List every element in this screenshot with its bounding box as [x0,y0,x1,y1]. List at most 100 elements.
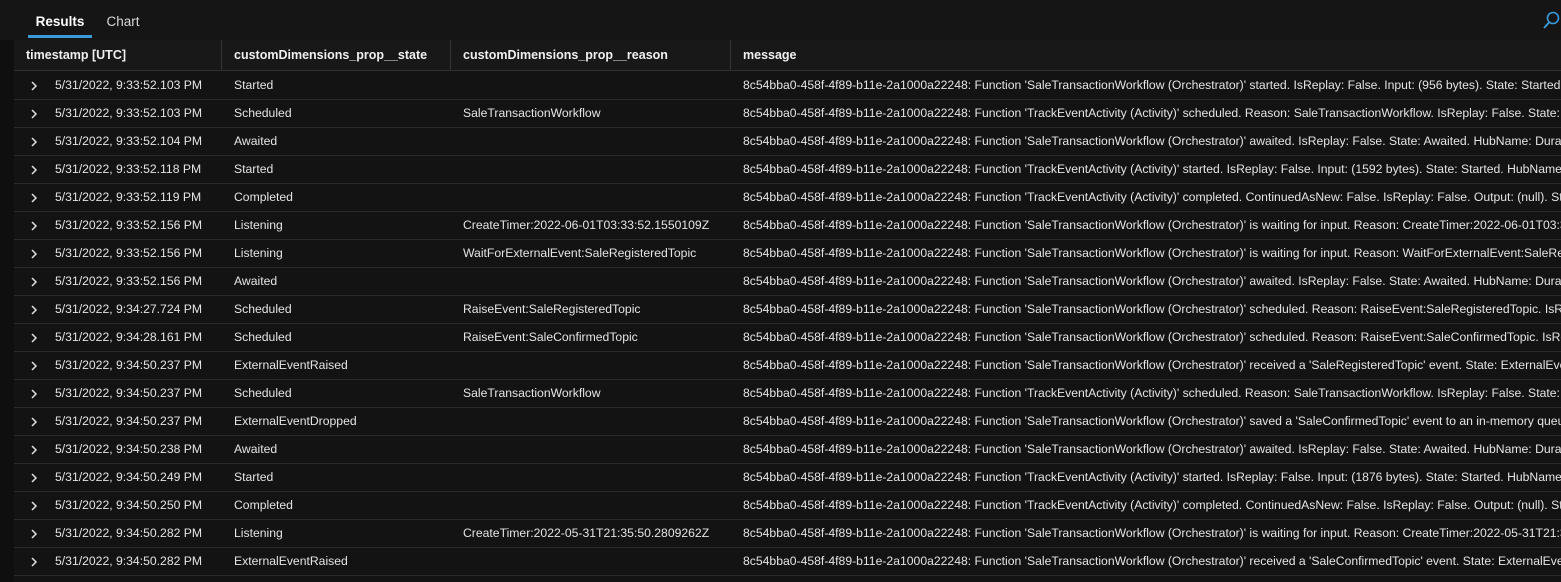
table-row[interactable]: 5/31/2022, 9:33:52.118 PM Started 8c54bba0… [14,156,1561,184]
column-header-message[interactable]: message [731,40,1561,70]
search-icon [1543,11,1560,29]
cell-timestamp: 5/31/2022, 9:34:27.724 PM [55,302,203,316]
cell-reason: SaleTransactionWorkflow [463,106,601,120]
chevron-right-icon[interactable] [28,80,40,92]
cell-message: 8c54bba0-458f-4f89-b11e-2a1000a22248: Fu… [743,190,1561,204]
table-row[interactable]: 5/31/2022, 9:34:27.724 PM Scheduled RaiseE… [14,296,1561,324]
table-row[interactable]: 5/31/2022, 9:34:50.249 PM Started 8c54bba0… [14,464,1561,492]
cell-timestamp: 5/31/2022, 9:34:28.161 PM [55,330,203,344]
chevron-right-icon[interactable] [28,136,40,148]
chevron-right-icon[interactable] [28,472,40,484]
chevron-right-icon[interactable] [28,332,40,344]
cell-message: 8c54bba0-458f-4f89-b11e-2a1000a22248: Fu… [743,218,1561,232]
column-header-state[interactable]: customDimensions_prop__state [222,40,451,70]
cell-reason [463,492,733,519]
chevron-right-icon[interactable] [28,304,40,316]
cell-state: Scheduled [234,330,292,344]
column-header-reason[interactable]: customDimensions_prop__reason [451,40,731,70]
table-row[interactable]: 5/31/2022, 9:34:50.250 PM Completed 8c54bb… [14,492,1561,520]
table-row[interactable]: 5/31/2022, 9:33:52.104 PM Awaited 8c54bba0… [14,128,1561,156]
table-row[interactable]: 5/31/2022, 9:34:50.282 PM Listening Create… [14,520,1561,548]
table-row[interactable]: 5/31/2022, 9:33:52.103 PM Started 8c54bba0… [14,72,1561,100]
cell-state: Started [234,162,274,176]
cell-timestamp: 5/31/2022, 9:33:52.103 PM [55,106,203,120]
cell-timestamp: 5/31/2022, 9:34:50.238 PM [55,442,203,456]
chevron-right-icon[interactable] [28,528,40,540]
tab-results[interactable]: Results [28,8,92,38]
cell-message: 8c54bba0-458f-4f89-b11e-2a1000a22248: Fu… [743,330,1561,344]
cell-timestamp: 5/31/2022, 9:34:50.237 PM [55,414,203,428]
chevron-right-icon[interactable] [28,388,40,400]
cell-message: 8c54bba0-458f-4f89-b11e-2a1000a22248: Fu… [743,134,1561,148]
cell-message: 8c54bba0-458f-4f89-b11e-2a1000a22248: Fu… [743,414,1561,428]
chevron-right-icon[interactable] [28,248,40,260]
table-row[interactable]: 5/31/2022, 9:34:28.161 PM Scheduled RaiseE… [14,324,1561,352]
table-row[interactable]: 5/31/2022, 9:33:52.103 PM Scheduled SaleTr… [14,100,1561,128]
tab-chart[interactable]: Chart [100,8,146,38]
cell-message: 8c54bba0-458f-4f89-b11e-2a1000a22248: Fu… [743,470,1561,484]
cell-message: 8c54bba0-458f-4f89-b11e-2a1000a22248: Fu… [743,162,1561,176]
cell-timestamp: 5/31/2022, 9:34:50.249 PM [55,470,203,484]
cell-reason [463,268,733,295]
cell-reason [463,72,733,99]
table-row[interactable]: 5/31/2022, 9:34:50.282 PM ExternalEventRa… [14,548,1561,576]
chevron-right-icon[interactable] [28,164,40,176]
cell-timestamp: 5/31/2022, 9:33:52.104 PM [55,134,203,148]
cell-timestamp: 5/31/2022, 9:34:50.237 PM [55,358,203,372]
chevron-right-icon[interactable] [28,108,40,120]
cell-state: Listening [234,246,283,260]
cell-timestamp: 5/31/2022, 9:34:50.250 PM [55,498,203,512]
cell-state: Scheduled [234,302,292,316]
cell-state: ExternalEventRaised [234,554,348,568]
table-row[interactable]: 5/31/2022, 9:33:52.156 PM Listening WaitFo… [14,240,1561,268]
cell-timestamp: 5/31/2022, 9:33:52.156 PM [55,274,203,288]
cell-timestamp: 5/31/2022, 9:33:52.118 PM [55,162,202,176]
table-row[interactable]: 5/31/2022, 9:34:50.237 PM ExternalEventDr… [14,408,1561,436]
cell-reason [463,128,733,155]
cell-message: 8c54bba0-458f-4f89-b11e-2a1000a22248: Fu… [743,386,1561,400]
cell-reason [463,464,733,491]
active-tab-indicator [28,35,92,38]
chevron-right-icon[interactable] [28,556,40,568]
cell-timestamp: 5/31/2022, 9:34:50.282 PM [55,526,203,540]
table-row[interactable]: 5/31/2022, 9:34:50.237 PM Scheduled SaleTr… [14,380,1561,408]
cell-reason: RaiseEvent:SaleRegisteredTopic [463,302,641,316]
cell-state: Started [234,78,274,92]
cell-state: Listening [234,218,283,232]
cell-message: 8c54bba0-458f-4f89-b11e-2a1000a22248: Fu… [743,106,1561,120]
column-header-timestamp[interactable]: timestamp [UTC] [14,40,222,70]
cell-message: 8c54bba0-458f-4f89-b11e-2a1000a22248: Fu… [743,554,1561,568]
cell-timestamp: 5/31/2022, 9:34:50.237 PM [55,386,203,400]
cell-state: Awaited [234,274,278,288]
table-row[interactable]: 5/31/2022, 9:34:50.238 PM Awaited 8c54bba0… [14,436,1561,464]
table-row[interactable]: 5/31/2022, 9:33:52.119 PM Completed 8c54bb… [14,184,1561,212]
cell-state: Started [234,470,274,484]
cell-state: ExternalEventDropped [234,414,357,428]
cell-reason [463,184,733,211]
cell-state: Awaited [234,134,278,148]
cell-message: 8c54bba0-458f-4f89-b11e-2a1000a22248: Fu… [743,358,1561,372]
cell-message: 8c54bba0-458f-4f89-b11e-2a1000a22248: Fu… [743,498,1561,512]
cell-message: 8c54bba0-458f-4f89-b11e-2a1000a22248: Fu… [743,274,1561,288]
cell-reason: CreateTimer:2022-06-01T03:33:52.1550109Z [463,218,710,232]
table-row[interactable]: 5/31/2022, 9:33:52.156 PM Awaited 8c54bba0… [14,268,1561,296]
chevron-right-icon[interactable] [28,192,40,204]
cell-timestamp: 5/31/2022, 9:33:52.103 PM [55,78,203,92]
cell-state: Completed [234,190,293,204]
search-button[interactable] [1539,8,1561,34]
chevron-right-icon[interactable] [28,220,40,232]
cell-state: Awaited [234,442,278,456]
table-row[interactable]: 5/31/2022, 9:33:52.156 PM Listening Create… [14,212,1561,240]
cell-state: ExternalEventRaised [234,358,348,372]
table-row[interactable]: 5/31/2022, 9:34:50.237 PM ExternalEventRa… [14,352,1561,380]
cell-state: Scheduled [234,386,292,400]
cell-state: Completed [234,498,293,512]
cell-reason: WaitForExternalEvent:SaleRegisteredTopic [463,246,697,260]
chevron-right-icon[interactable] [28,444,40,456]
chevron-right-icon[interactable] [28,276,40,288]
chevron-right-icon[interactable] [28,360,40,372]
cell-timestamp: 5/31/2022, 9:33:52.156 PM [55,246,203,260]
chevron-right-icon[interactable] [28,500,40,512]
cell-reason [463,156,733,183]
chevron-right-icon[interactable] [28,416,40,428]
